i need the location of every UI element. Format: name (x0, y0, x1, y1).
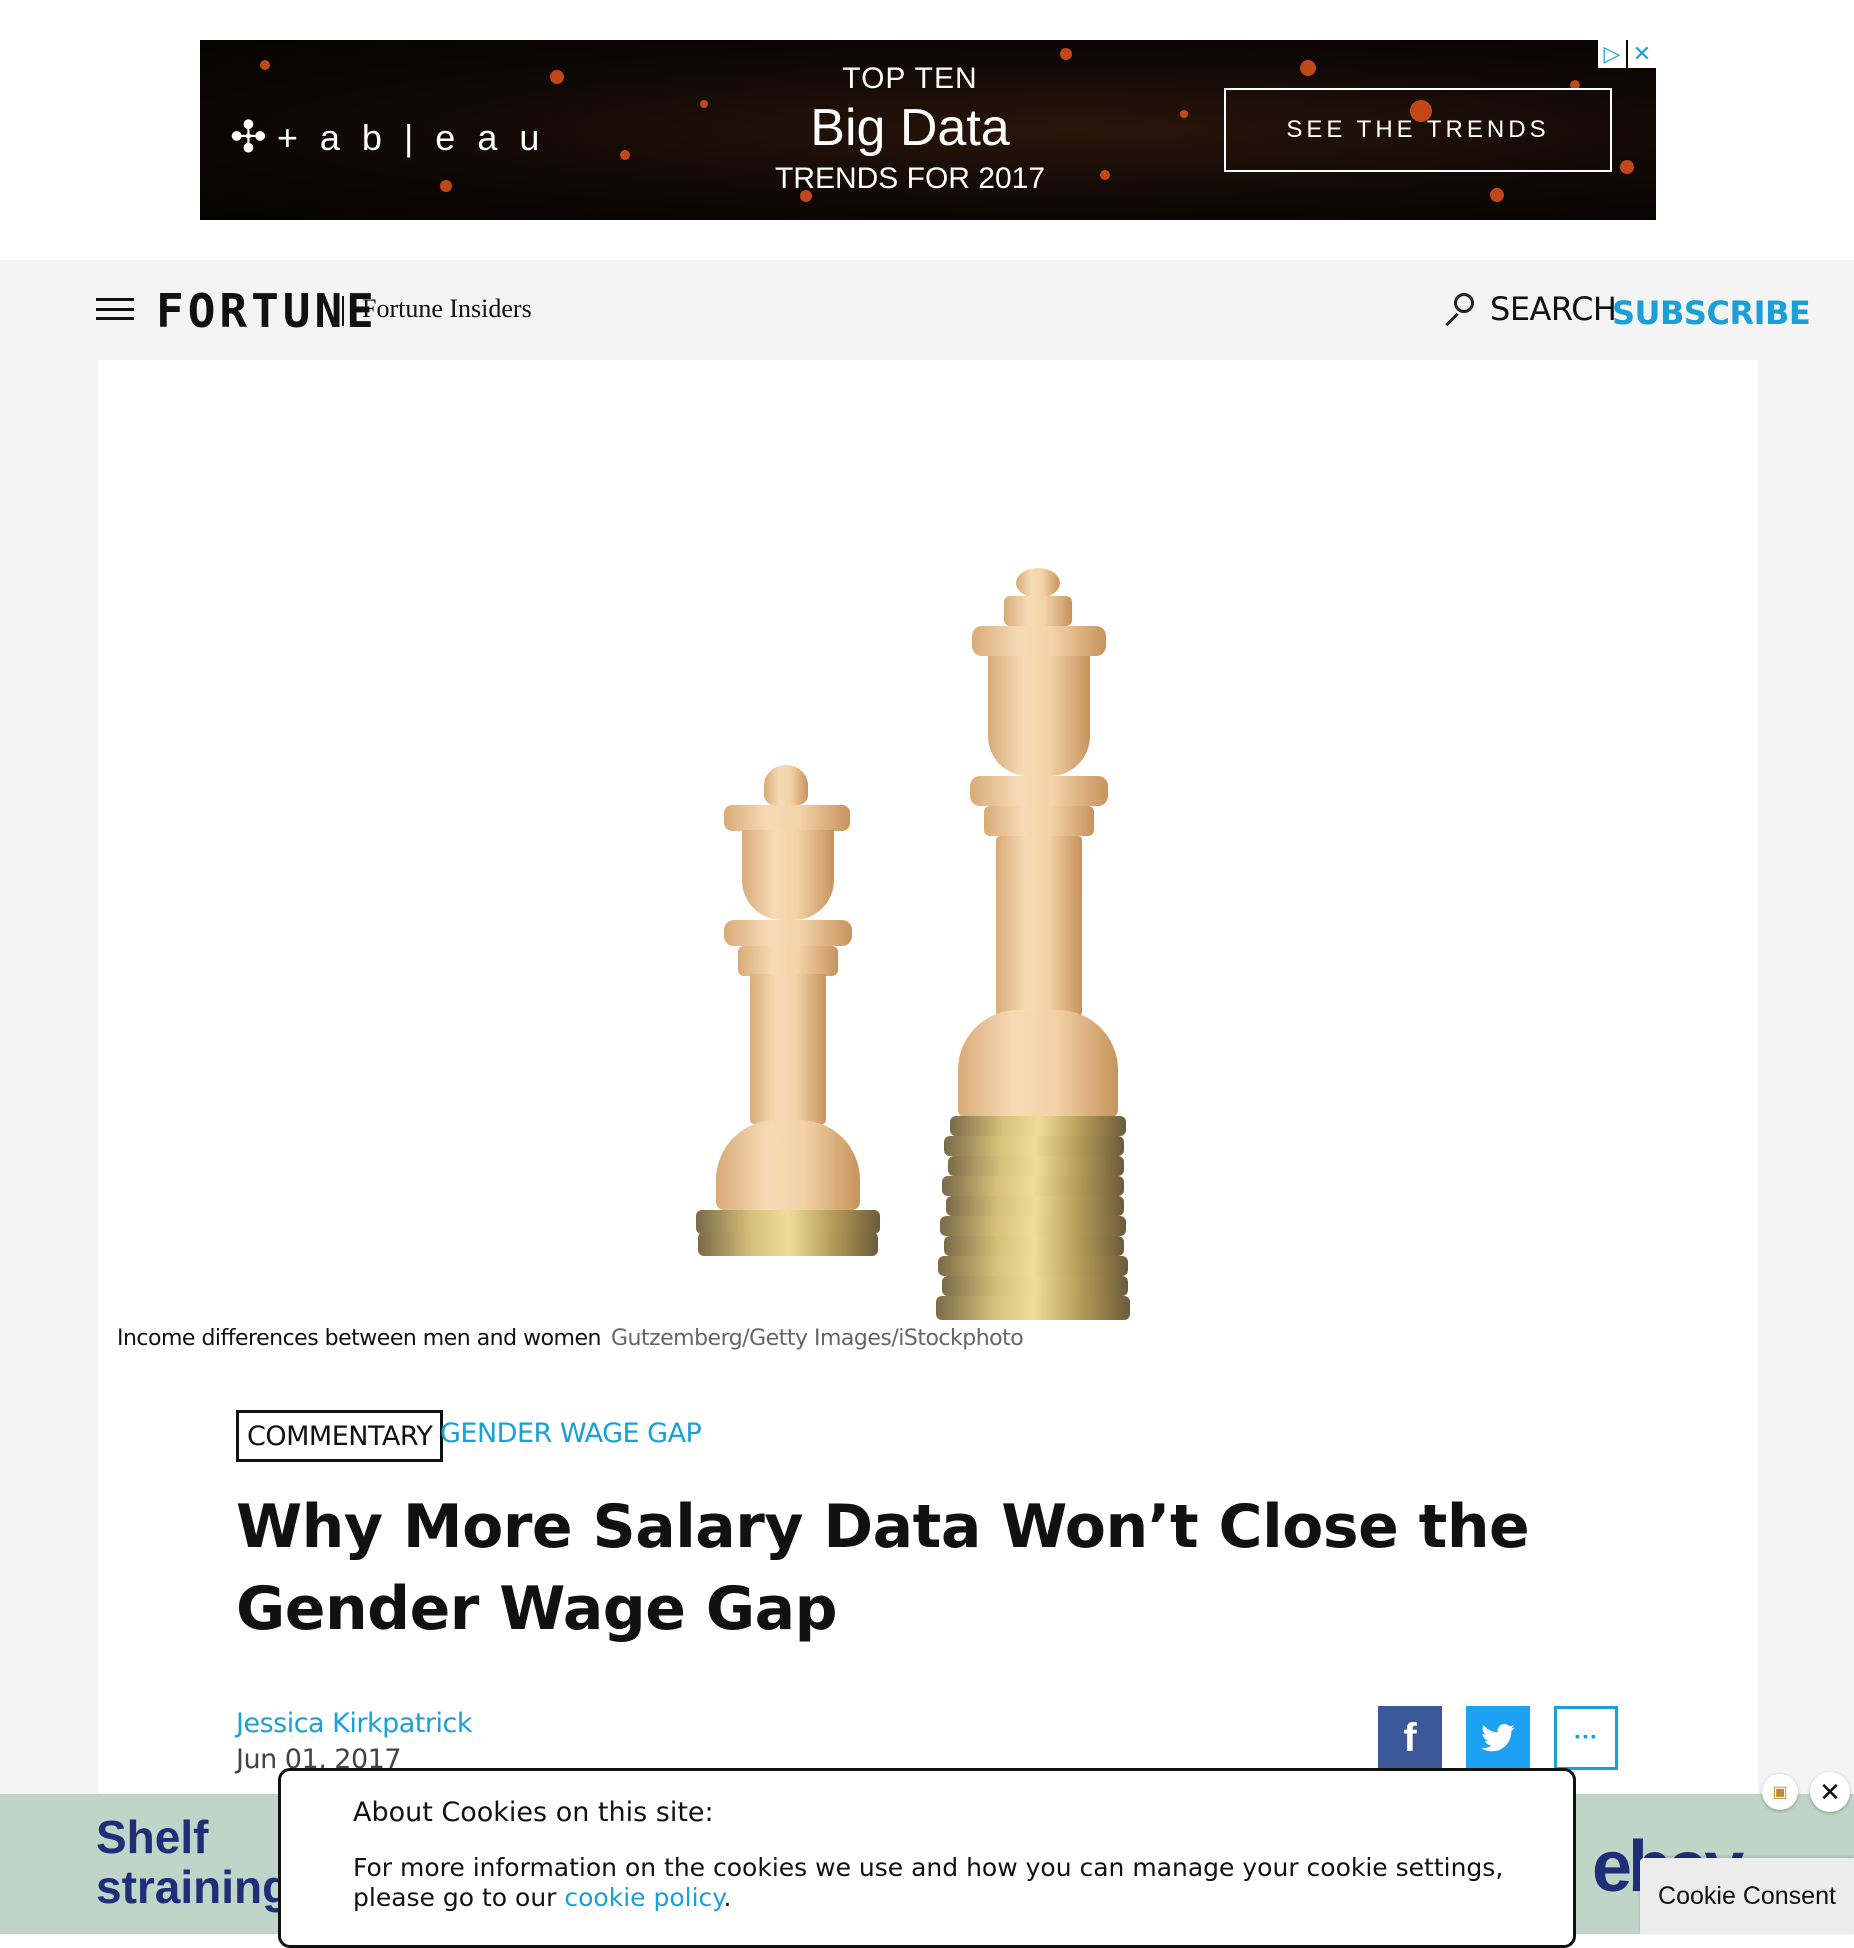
hamburger-menu-icon[interactable] (96, 298, 134, 320)
cookie-consent-tab[interactable]: Cookie Consent (1640, 1858, 1854, 1934)
ad-close-icon[interactable]: ✕ (1628, 40, 1656, 68)
author-link[interactable]: Jessica Kirkpatrick (236, 1708, 472, 1739)
ad-line-3: TRENDS FOR 2017 (774, 162, 1046, 195)
ad-line-2: Big Data (810, 99, 1010, 157)
more-share-button[interactable]: ··· (1554, 1706, 1618, 1770)
topic-tag[interactable]: GENDER WAGE GAP (440, 1418, 702, 1449)
close-ad-icon[interactable]: ✕ (1810, 1772, 1850, 1812)
hero-image (658, 560, 1218, 1320)
facebook-share-button[interactable]: f (1378, 1706, 1442, 1770)
facebook-icon[interactable]: f (1403, 1716, 1416, 1761)
cookie-body-text: For more information on the cookies we u… (353, 1853, 1504, 1912)
cookie-dialog-title: About Cookies on this site: (353, 1797, 714, 1828)
section-title[interactable]: Fortune Insiders (362, 294, 532, 324)
ad-choices-icon[interactable]: ▷ (1598, 40, 1626, 68)
bottom-ad-line-1: Shelf (96, 1811, 209, 1863)
article-headline: Why More Salary Data Won’t Close the Gen… (236, 1492, 1530, 1644)
ad-logo-text: + a b | e a u (276, 116, 546, 158)
cookie-dialog: About Cookies on this site: For more inf… (278, 1768, 1576, 1948)
bottom-ad-text: Shelf straining (96, 1812, 290, 1912)
ad-headline: TOP TEN Big Data TRENDS FOR 2017 (740, 62, 1080, 196)
caption-text: Income differences between men and women (117, 1326, 601, 1351)
bottom-ad-line-2: straining (96, 1861, 291, 1913)
more-icon[interactable]: ··· (1574, 1724, 1598, 1752)
tableau-cross-icon: ✣ (230, 113, 267, 162)
twitter-icon[interactable] (1481, 1724, 1515, 1752)
brand-divider (342, 296, 344, 326)
cookie-body-end: . (723, 1883, 732, 1912)
top-banner-ad[interactable]: ✣ + a b | e a u TOP TEN Big Data TRENDS … (200, 40, 1656, 220)
commentary-tag[interactable]: COMMENTARY (236, 1410, 444, 1462)
cookie-dialog-body: For more information on the cookies we u… (353, 1853, 1513, 1913)
search-label[interactable]: SEARCH (1490, 290, 1617, 328)
image-credit: Gutzemberg/Getty Images/iStockphoto (610, 1326, 1024, 1351)
search-icon[interactable] (1440, 291, 1476, 327)
see-trends-button[interactable]: SEE THE TRENDS (1224, 88, 1612, 172)
ad-line-1: TOP TEN (842, 62, 978, 95)
subscribe-link[interactable]: SUBSCRIBE (1612, 294, 1811, 332)
tableau-logo: ✣ + a b | e a u (230, 112, 545, 163)
ad-choices[interactable]: ▷ ✕ (1598, 40, 1656, 68)
twitter-share-button[interactable] (1466, 1706, 1530, 1770)
search-button[interactable]: SEARCH (1440, 290, 1617, 328)
minimize-ad-icon[interactable]: ▣ (1762, 1774, 1798, 1810)
image-caption: Income differences between men and women… (117, 1326, 1024, 1351)
fortune-logo[interactable]: FORTUNE (156, 284, 378, 338)
cookie-policy-link[interactable]: cookie policy (564, 1883, 723, 1912)
